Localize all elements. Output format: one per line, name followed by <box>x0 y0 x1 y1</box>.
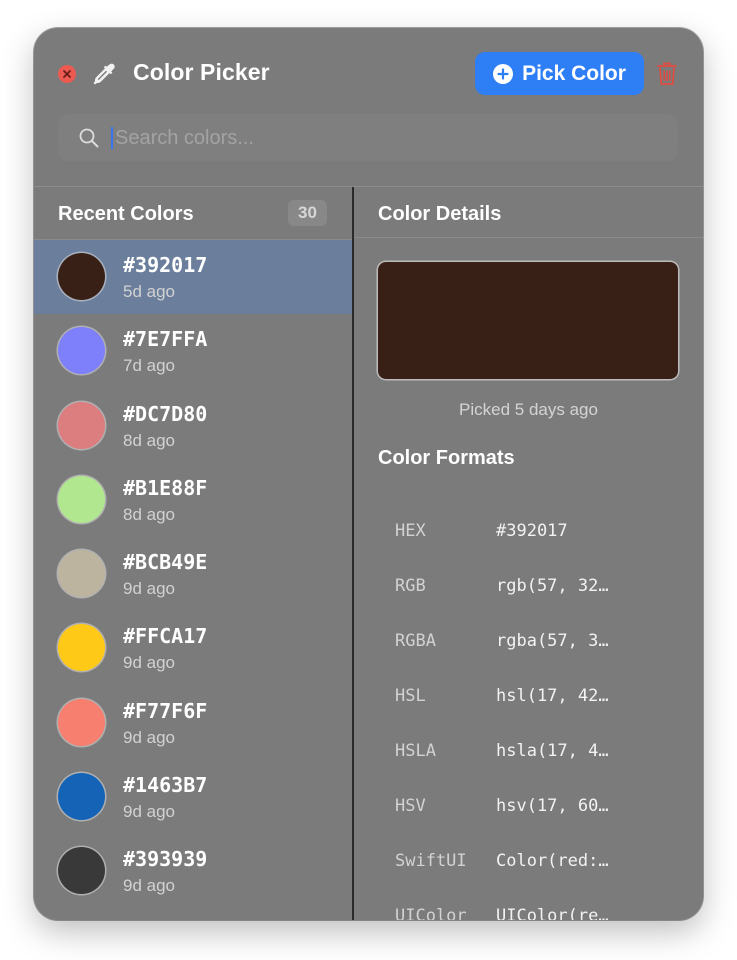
format-row[interactable]: HSV hsv(17, 60… <box>354 792 703 822</box>
color-age: 9d ago <box>123 579 175 599</box>
picked-time: Picked 5 days ago <box>459 400 598 419</box>
format-value[interactable]: #392017 <box>496 521 622 541</box>
color-age: 9d ago <box>123 727 175 747</box>
color-details-title: Color Details <box>378 203 502 225</box>
format-row[interactable]: HEX #392017 <box>354 517 703 547</box>
color-hex: #7E7FFA <box>123 327 208 352</box>
pick-color-label: Pick Color <box>522 61 626 85</box>
color-list-item[interactable]: #393939 9d ago <box>34 834 352 908</box>
format-value[interactable]: hsla(17, 4… <box>496 741 622 761</box>
format-value[interactable]: UIColor(re… <box>496 906 622 920</box>
color-age: 9d ago <box>123 876 175 896</box>
format-label: UIColor <box>395 906 467 920</box>
color-hex: #FFCA17 <box>123 624 208 649</box>
format-row[interactable]: HSL hsl(17, 42… <box>354 682 703 712</box>
color-swatch <box>58 401 105 449</box>
color-swatch <box>58 327 105 375</box>
format-label: HEX <box>395 521 426 541</box>
format-label: SwiftUI <box>395 851 467 871</box>
color-swatch <box>58 847 105 895</box>
format-label: RGBA <box>395 631 436 651</box>
color-age: 7d ago <box>123 356 175 376</box>
recent-colors-header: Recent Colors 30 <box>34 187 352 239</box>
color-hex: #BCB49E <box>123 550 208 575</box>
color-list-item[interactable]: #F77F6F 9d ago <box>34 686 352 760</box>
format-label: HSV <box>395 796 426 816</box>
color-swatch <box>58 698 105 746</box>
format-row[interactable]: UIColor UIColor(re… <box>354 902 703 920</box>
pick-color-button[interactable]: Pick Color <box>475 52 644 95</box>
close-icon[interactable] <box>58 65 76 83</box>
color-hex: #392017 <box>123 253 208 277</box>
format-row[interactable]: RGBA rgba(57, 3… <box>354 627 703 657</box>
color-hex: #F77F6F <box>123 698 208 723</box>
format-value[interactable]: rgba(57, 3… <box>496 631 622 651</box>
search-icon <box>79 128 99 148</box>
color-age: 9d ago <box>123 653 175 673</box>
details-header-divider <box>354 237 703 238</box>
window-header: Color Picker Pick Color <box>34 28 703 186</box>
trash-icon[interactable] <box>656 62 678 86</box>
color-swatch <box>58 253 105 300</box>
color-list-item[interactable]: #B1E88F 8d ago <box>34 463 352 537</box>
search-bar <box>58 114 678 163</box>
format-value[interactable]: rgb(57, 32… <box>496 576 622 596</box>
format-label: HSL <box>395 686 426 706</box>
format-row[interactable]: HSLA hsla(17, 4… <box>354 737 703 767</box>
color-age: 9d ago <box>123 802 175 822</box>
color-age: 5d ago <box>123 282 175 301</box>
color-preview <box>378 262 678 379</box>
color-details-pane: Color Details Picked 5 days ago Color Fo… <box>354 187 703 920</box>
color-swatch <box>58 624 105 672</box>
color-list-item[interactable]: #7E7FFA 7d ago <box>34 314 352 388</box>
format-value[interactable]: hsv(17, 60… <box>496 796 622 816</box>
format-row[interactable]: RGB rgb(57, 32… <box>354 572 703 602</box>
eyedropper-icon <box>93 63 115 85</box>
color-list-item[interactable]: #FFCA17 9d ago <box>34 611 352 685</box>
color-hex: #B1E88F <box>123 475 208 500</box>
format-row[interactable]: SwiftUI Color(red:… <box>354 847 703 877</box>
format-value[interactable]: Color(red:… <box>496 851 622 871</box>
format-label: HSLA <box>395 741 436 761</box>
color-list-item[interactable]: #1463B7 9d ago <box>34 760 352 834</box>
color-picker-window: Color Picker Pick Color Recent Colors <box>34 28 703 920</box>
search-input[interactable] <box>113 114 657 163</box>
recent-colors-title: Recent Colors <box>58 203 194 225</box>
plus-circle-icon <box>493 63 514 84</box>
color-hex: #393939 <box>123 847 208 872</box>
format-value[interactable]: hsl(17, 42… <box>496 686 622 706</box>
color-hex: #1463B7 <box>123 773 208 798</box>
format-label: RGB <box>395 576 426 596</box>
recent-colors-list: #392017 5d ago #7E7FFA 7d ago #DC7D80 8d ago #… <box>34 240 352 909</box>
count-badge: 30 <box>288 200 327 226</box>
color-hex: #DC7D80 <box>123 401 208 426</box>
window-title: Color Picker <box>133 59 270 85</box>
color-formats-title: Color Formats <box>378 447 515 469</box>
color-swatch <box>58 773 105 821</box>
color-swatch <box>58 550 105 598</box>
color-list-item[interactable]: #DC7D80 8d ago <box>34 389 352 463</box>
color-age: 8d ago <box>123 504 175 524</box>
color-list-item[interactable]: #392017 5d ago <box>34 240 352 315</box>
color-age: 8d ago <box>123 430 175 450</box>
color-list-item[interactable]: #BCB49E 9d ago <box>34 537 352 611</box>
color-swatch <box>58 475 105 523</box>
recent-colors-pane: Recent Colors 30 #392017 5d ago #7E7FFA 7d … <box>34 187 352 920</box>
